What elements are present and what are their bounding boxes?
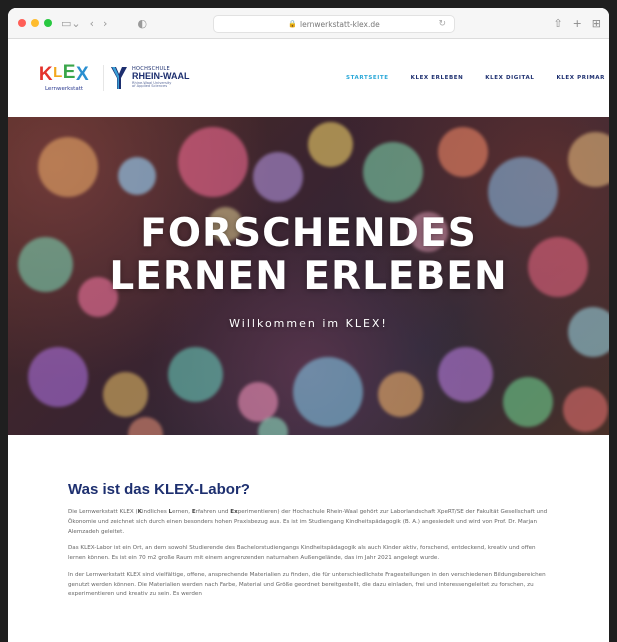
bokeh-light: [503, 377, 553, 427]
browser-toolbar: ▭⌄ ‹ › ◐ 🔒 lernwerkstatt-klex.de ↻ ⇧ + ⊞: [8, 8, 609, 39]
forward-icon[interactable]: ›: [103, 18, 107, 29]
window-controls: [18, 19, 52, 27]
bokeh-light: [168, 347, 223, 402]
klex-logo[interactable]: KLEX Lernwerkstatt: [35, 61, 93, 92]
bokeh-light: [438, 127, 488, 177]
browser-window: ▭⌄ ‹ › ◐ 🔒 lernwerkstatt-klex.de ↻ ⇧ + ⊞…: [8, 8, 609, 642]
address-bar[interactable]: 🔒 lernwerkstatt-klex.de ↻: [213, 15, 455, 33]
klex-letter-x: X: [75, 63, 90, 85]
klex-letter-e: E: [62, 61, 76, 83]
nav-item-klex-digital[interactable]: KLEX DIGITAL: [485, 75, 534, 81]
bokeh-light: [128, 417, 163, 435]
minimize-window-button[interactable]: [31, 19, 39, 27]
third-paragraph: In der Lernwerkstatt KLEX sind vielfälti…: [68, 571, 546, 598]
bokeh-light: [253, 152, 303, 202]
bokeh-light: [308, 122, 353, 167]
nav-item-klex-erleben[interactable]: KLEX ERLEBEN: [411, 75, 464, 81]
bokeh-light: [103, 372, 148, 417]
hero-title-line2: LERNEN ERLEBEN: [109, 253, 508, 299]
main-navigation: STARTSEITE KLEX ERLEBEN KLEX DIGITAL KLE…: [346, 39, 609, 117]
klex-letter-k: K: [38, 63, 54, 85]
new-tab-icon[interactable]: +: [573, 17, 582, 30]
p1-part2: indliches: [142, 509, 169, 515]
bokeh-light: [38, 137, 98, 197]
bokeh-light: [563, 387, 608, 432]
zoom-window-button[interactable]: [44, 19, 52, 27]
hero-title: FORSCHENDES LERNEN ERLEBEN: [8, 211, 609, 299]
intro-paragraph: Die Lernwerkstatt KLEX (Kindliches Lerne…: [68, 508, 549, 537]
bokeh-light: [378, 372, 423, 417]
section-heading: Was ist das KLEX-Labor?: [68, 481, 250, 498]
hero-banner: FORSCHENDES LERNEN ERLEBEN Willkommen im…: [8, 117, 609, 435]
hochschule-emblem-icon: [110, 65, 128, 91]
hero-title-line1: FORSCHENDES: [140, 211, 477, 256]
bokeh-light: [118, 157, 156, 195]
bokeh-light: [568, 307, 609, 357]
share-icon[interactable]: ⇧: [553, 17, 562, 30]
nav-item-startseite[interactable]: STARTSEITE: [346, 75, 389, 81]
klex-wordmark: KLEX: [35, 61, 93, 85]
main-content: Was ist das KLEX-Labor? Die Lernwerkstat…: [8, 435, 609, 600]
nav-item-klex-primar[interactable]: KLEX PRIMAR: [556, 75, 605, 81]
bokeh-light: [438, 347, 493, 402]
hero-subtitle: Willkommen im KLEX!: [229, 317, 388, 330]
privacy-shield-icon[interactable]: ◐: [137, 18, 147, 29]
reload-icon[interactable]: ↻: [438, 19, 446, 29]
klex-subtitle: Lernwerkstatt: [44, 85, 84, 92]
back-icon[interactable]: ‹: [90, 18, 94, 29]
site-header: KLEX Lernwerkstatt HOCHSCHULE RHEIN-WAAL…: [8, 39, 609, 117]
p1-part3: ernen,: [172, 509, 192, 515]
bokeh-light: [363, 142, 423, 202]
bokeh-light: [28, 347, 88, 407]
bokeh-light: [568, 132, 609, 187]
p1-ex: Ex: [230, 509, 238, 515]
tab-overview-icon[interactable]: ⊞: [592, 17, 601, 30]
hochschule-logo[interactable]: HOCHSCHULE RHEIN-WAAL Rhine-Waal Univers…: [103, 65, 190, 91]
bokeh-light: [178, 127, 248, 197]
p1-part1: Die Lernwerkstatt KLEX (: [68, 509, 138, 515]
bokeh-light: [238, 382, 278, 422]
bokeh-light: [258, 417, 288, 435]
klex-letter-l: L: [53, 63, 63, 81]
sidebar-icon[interactable]: ▭⌄: [61, 18, 81, 29]
lock-icon: 🔒: [288, 20, 297, 28]
close-window-button[interactable]: [18, 19, 26, 27]
bokeh-light: [293, 357, 363, 427]
url-text: lernwerkstatt-klex.de: [300, 19, 380, 29]
p1-part4: rfahren und: [195, 509, 231, 515]
second-paragraph: Das KLEX-Labor ist ein Ort, an dem sowoh…: [68, 545, 536, 562]
hochschule-line4: of Applied Sciences: [132, 84, 168, 89]
